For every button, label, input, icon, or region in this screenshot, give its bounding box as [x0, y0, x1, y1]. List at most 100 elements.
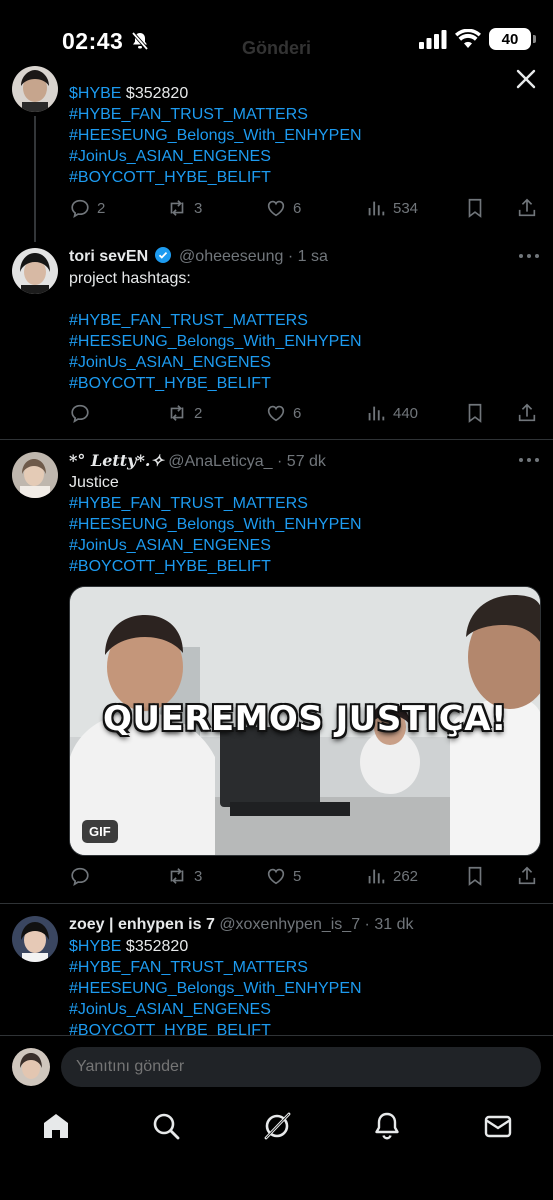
retweet-count: 3: [194, 867, 203, 885]
hashtag-link[interactable]: #JoinUs_ASIAN_ENGENES: [69, 146, 539, 167]
tweet[interactable]: $HYBE $352820 #HYBE_FAN_TRUST_MATTERS #H…: [0, 66, 553, 242]
notifications-icon[interactable]: [372, 1111, 402, 1141]
share-icon: [518, 866, 536, 885]
share-button[interactable]: [516, 401, 538, 425]
hashtag-link[interactable]: #BOYCOTT_HYBE_BELIFT: [69, 373, 539, 394]
my-avatar[interactable]: [12, 1048, 50, 1086]
handle[interactable]: @oheeeseung: [179, 248, 283, 265]
tweet[interactable]: zoey | enhypen is 7 @xoxenhypen_is_7 · 3…: [0, 914, 553, 1035]
hashtag-link[interactable]: #HYBE_FAN_TRUST_MATTERS: [69, 493, 539, 514]
clock: 02:43: [62, 28, 124, 54]
grok-icon[interactable]: [262, 1111, 292, 1141]
hashtag-link[interactable]: #HYBE_FAN_TRUST_MATTERS: [69, 957, 539, 978]
retweet-button[interactable]: 3: [166, 864, 202, 888]
divider: [0, 439, 553, 440]
reply-input[interactable]: [61, 1047, 541, 1087]
retweet-count: 2: [194, 404, 203, 422]
reply-button[interactable]: [69, 864, 97, 888]
wifi-icon: [455, 29, 481, 48]
handle[interactable]: @xoxenhypen_is_7: [219, 916, 360, 933]
tweet-text: Justice: [69, 474, 119, 491]
tweet[interactable]: tori sevEN @oheeeseung · 1 sa project ha…: [0, 246, 553, 438]
hashtag-link[interactable]: #HEESEUNG_Belongs_With_ENHYPEN: [69, 978, 539, 999]
reply-bar: [0, 1035, 553, 1099]
cashtag-link[interactable]: $HYBE: [69, 938, 121, 955]
bookmark-button[interactable]: [464, 401, 486, 425]
hashtag-link[interactable]: #BOYCOTT_HYBE_BELIFT: [69, 167, 539, 188]
tweet-text: project hashtags:: [69, 270, 191, 287]
bookmark-button[interactable]: [464, 864, 486, 888]
home-icon[interactable]: [41, 1111, 71, 1141]
views-chart-icon: [368, 406, 385, 421]
hashtag-link[interactable]: #JoinUs_ASIAN_ENGENES: [69, 352, 539, 373]
bookmark-button[interactable]: [464, 196, 486, 220]
hashtag-link[interactable]: #HEESEUNG_Belongs_With_ENHYPEN: [69, 514, 539, 535]
tweet-actions: 2 3 6 534: [69, 196, 539, 220]
handle[interactable]: @AnaLeticya_: [168, 453, 272, 470]
display-name[interactable]: zoey | enhypen is 7: [69, 916, 215, 933]
avatar[interactable]: [12, 916, 58, 962]
like-button[interactable]: 6: [265, 401, 301, 425]
cellular-signal-icon: [419, 30, 447, 49]
battery-indicator: 40: [489, 28, 536, 50]
retweet-icon: [170, 405, 184, 421]
retweet-count: 3: [194, 199, 203, 217]
hashtag-link[interactable]: #HYBE_FAN_TRUST_MATTERS: [69, 310, 539, 331]
avatar[interactable]: [12, 248, 58, 294]
timestamp: · 1 sa: [287, 248, 328, 265]
view-count: 440: [393, 404, 419, 422]
search-icon[interactable]: [151, 1111, 181, 1141]
reply-button[interactable]: 2: [69, 196, 105, 220]
reply-button[interactable]: [69, 401, 97, 425]
hashtag-link[interactable]: #HYBE_FAN_TRUST_MATTERS: [69, 104, 539, 125]
hashtag-link[interactable]: #JoinUs_ASIAN_ENGENES: [69, 535, 539, 556]
display-name[interactable]: tori sevEN: [69, 248, 148, 265]
retweet-button[interactable]: 2: [166, 401, 202, 425]
avatar[interactable]: [12, 452, 58, 498]
share-button[interactable]: [516, 864, 538, 888]
cashtag-link[interactable]: $HYBE: [69, 85, 121, 102]
hashtag-link[interactable]: #BOYCOTT_HYBE_BELIFT: [69, 1020, 539, 1035]
hashtag-link[interactable]: #BOYCOTT_HYBE_BELIFT: [69, 556, 539, 577]
like-button[interactable]: 5: [265, 864, 301, 888]
thread-line: [34, 116, 36, 242]
timestamp: · 31 dk: [364, 916, 414, 933]
hashtag-link[interactable]: #HEESEUNG_Belongs_With_ENHYPEN: [69, 125, 539, 146]
tweet-actions: 2 6 440: [69, 401, 539, 425]
hashtag-link[interactable]: #HEESEUNG_Belongs_With_ENHYPEN: [69, 331, 539, 352]
more-options-icon[interactable]: [519, 458, 539, 464]
like-count: 6: [293, 199, 302, 217]
views-chart-icon: [368, 201, 385, 216]
like-button[interactable]: 6: [265, 196, 301, 220]
views-button[interactable]: 262: [365, 864, 418, 888]
tweet-text: $HYBE $352820: [69, 85, 189, 102]
hashtag-link[interactable]: #JoinUs_ASIAN_ENGENES: [69, 999, 539, 1020]
display-name[interactable]: *° 𝑳𝒆𝒕𝒕𝒚*.✧: [69, 451, 164, 470]
reply-count: 2: [97, 199, 106, 217]
retweet-button[interactable]: 3: [166, 196, 202, 220]
timestamp: · 57 dk: [277, 453, 326, 470]
views-button[interactable]: 534: [365, 196, 418, 220]
divider: [0, 903, 553, 904]
tweet[interactable]: *° 𝑳𝒆𝒕𝒕𝒚*.✧ @AnaLeticya_ · 57 dk Justice…: [0, 450, 553, 900]
like-count: 5: [293, 867, 302, 885]
tweet-header: tori sevEN @oheeeseung · 1 sa: [69, 246, 539, 268]
views-button[interactable]: 440: [365, 401, 418, 425]
tweet-actions: 3 5 262: [69, 864, 539, 888]
share-button[interactable]: [516, 196, 538, 220]
tweet-text: $HYBE $352820: [69, 938, 189, 955]
bookmark-icon: [468, 403, 482, 423]
view-count: 534: [393, 199, 419, 217]
view-count: 262: [393, 867, 419, 885]
more-options-icon[interactable]: [519, 254, 539, 260]
heart-icon: [267, 868, 285, 885]
gif-badge: GIF: [82, 820, 118, 843]
bookmark-icon: [468, 198, 482, 218]
reply-icon: [71, 867, 89, 886]
gif-media[interactable]: QUEREMOS JUSTIÇA! GIF: [69, 586, 541, 856]
reply-icon: [71, 199, 89, 218]
retweet-icon: [170, 868, 184, 884]
share-icon: [518, 403, 536, 422]
messages-icon[interactable]: [483, 1111, 513, 1141]
avatar[interactable]: [12, 66, 58, 112]
